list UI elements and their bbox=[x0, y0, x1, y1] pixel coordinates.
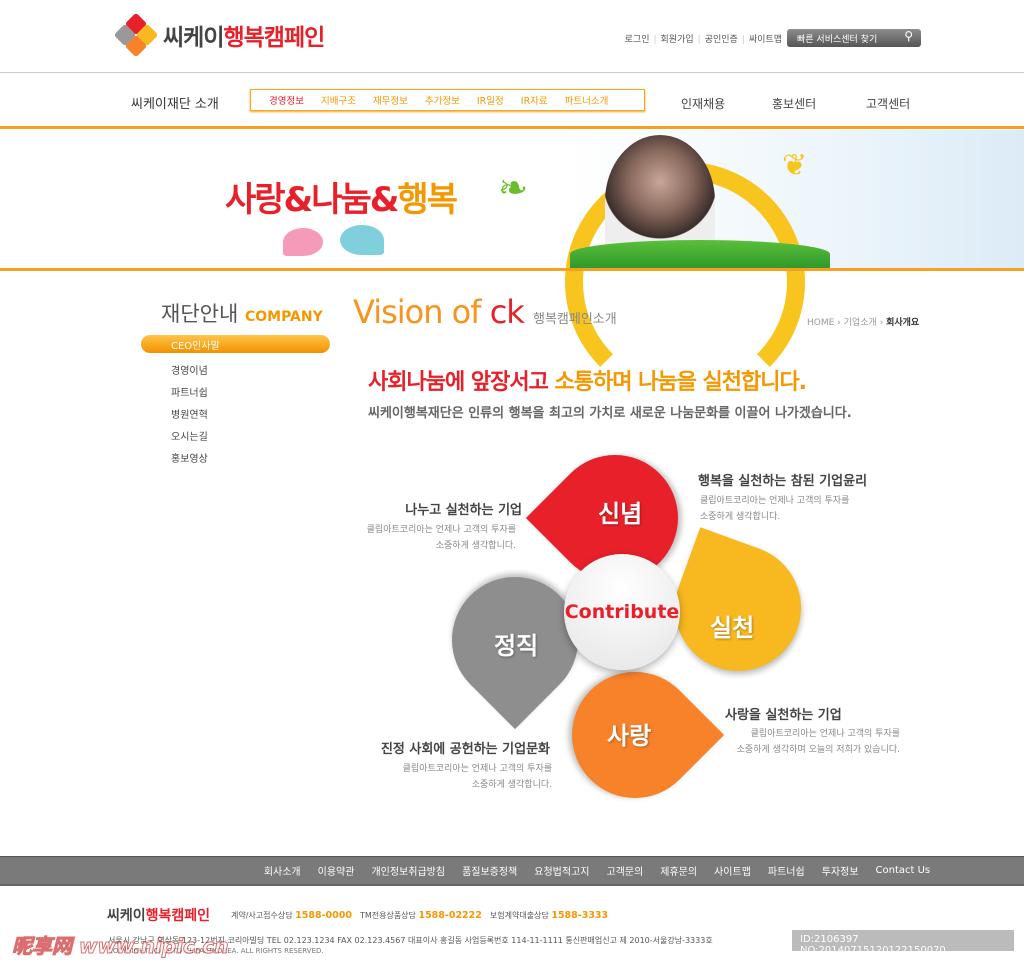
nav-customer-center[interactable]: 고객센터 bbox=[866, 95, 910, 112]
watermark-logo: 昵享网 www.nipic.cn bbox=[12, 934, 230, 959]
footer-link[interactable]: 제휴문의 bbox=[660, 863, 697, 878]
note-title: 사랑을 실천하는 기업 bbox=[725, 708, 842, 723]
footer-link[interactable]: 회사소개 bbox=[264, 863, 301, 878]
nav-pr-center[interactable]: 홍보센터 bbox=[772, 95, 816, 112]
breadcrumb-home[interactable]: HOME bbox=[807, 318, 834, 328]
footer-link[interactable]: 파트너쉽 bbox=[768, 863, 805, 878]
orange-band bbox=[0, 126, 1024, 129]
subnav-item[interactable]: IR자료 bbox=[521, 93, 548, 107]
sitemap-link[interactable]: 싸이트맵 bbox=[742, 32, 782, 45]
footer-link[interactable]: 요청법적고지 bbox=[534, 863, 589, 878]
logo[interactable]: 씨케이행복캠페인 bbox=[113, 12, 325, 58]
footer-link[interactable]: 투자정보 bbox=[822, 863, 859, 878]
login-link[interactable]: 로그인 bbox=[625, 32, 650, 45]
sub-nav: 경영정보 지배구조 재무정보 추가정보 IR일정 IR자료 파트너소개 bbox=[250, 89, 645, 111]
footer-link[interactable]: 품질보증정책 bbox=[462, 863, 517, 878]
bird-pink-icon bbox=[283, 228, 323, 256]
subnav-item[interactable]: 지배구조 bbox=[321, 93, 356, 107]
subnav-item[interactable]: 재무정보 bbox=[373, 93, 408, 107]
breadcrumb-current: 회사개요 bbox=[886, 318, 920, 328]
footer-link[interactable]: 사이트맵 bbox=[714, 863, 751, 878]
certificate-link[interactable]: 공인인증 bbox=[698, 32, 738, 45]
search-icon: ⚲ bbox=[904, 29, 913, 43]
service-search-label: 빠른 서비스센터 찾기 bbox=[797, 35, 878, 45]
footer-logo: 씨케이행복캠페인 bbox=[107, 908, 211, 924]
note-desc: 클립아트코리아는 언제나 고객의 투자를 소중하게 생각합니다. bbox=[402, 764, 552, 790]
footer-nav: 회사소개 이용약관 개인정보취급방침 품질보증정책 요청법적고지 고객문의 제휴… bbox=[0, 856, 1024, 886]
footer-link[interactable]: Contact Us bbox=[876, 865, 931, 876]
sidebar-item[interactable]: 오시는길 bbox=[171, 428, 208, 443]
breadcrumb: HOME › 기업소개 › 회사개요 bbox=[807, 318, 920, 328]
nav-recruit[interactable]: 인재채용 bbox=[681, 95, 725, 112]
banner-slogan: 사랑&나눔&행복 bbox=[225, 180, 458, 220]
footer-link[interactable]: 이용약관 bbox=[318, 863, 355, 878]
logo-mark-icon bbox=[113, 12, 159, 58]
petal-label: 정직 bbox=[494, 632, 539, 660]
petal-label: 실천 bbox=[710, 614, 755, 642]
service-center-search-button[interactable]: 빠른 서비스센터 찾기 ⚲ bbox=[787, 29, 921, 47]
footer-phones: 계약/사고접수상담 1588-0000 TM전용상품상담 1588-02222 … bbox=[231, 910, 609, 921]
logo-text: 씨케이행복캠페인 bbox=[163, 25, 325, 51]
sidebar-item[interactable]: 홍보영상 bbox=[171, 450, 208, 465]
note-desc: 클립아트코리아는 언제나 고객의 투자를 소중하게 생각합니다. bbox=[700, 496, 850, 522]
note-title: 진정 사회에 공헌하는 기업문화 bbox=[380, 742, 550, 757]
orange-band bbox=[0, 268, 1024, 271]
sidebar-item[interactable]: 병원연혁 bbox=[171, 406, 208, 421]
page-title: Vision of ck 행복캠페인소개 bbox=[353, 293, 617, 331]
butterfly-icon: ❦ bbox=[782, 148, 808, 183]
subnav-item[interactable]: 추가정보 bbox=[425, 93, 460, 107]
bird-blue-icon bbox=[340, 225, 384, 255]
subnav-item[interactable]: 파트너소개 bbox=[565, 93, 609, 107]
subline: 씨케이행복재단은 인류의 행복을 최고의 가치로 새로운 나눔문화를 이끌어 나… bbox=[368, 406, 852, 421]
note-desc: 클립아트코리아는 언제나 고객의 투자를 소중하게 생각하며 오늘의 저희가 있습… bbox=[736, 729, 900, 755]
sidebar-item[interactable]: 경영이념 bbox=[171, 362, 208, 377]
subnav-item[interactable]: 경영정보 bbox=[269, 93, 304, 107]
watermark-id: ID:2106397 NO:20140715120122150070 bbox=[792, 930, 1014, 956]
headline: 사회나눔에 앞장서고 소통하며 나눔을 실천합니다. bbox=[368, 370, 807, 395]
top-links: 로그인 회원가입 공인인증 싸이트맵 bbox=[625, 32, 782, 45]
note-title: 나누고 실천하는 기업 bbox=[405, 503, 522, 518]
footer-link[interactable]: 고객문의 bbox=[606, 863, 643, 878]
join-link[interactable]: 회원가입 bbox=[653, 32, 694, 45]
petal-label: 신념 bbox=[598, 500, 643, 528]
banner: ❦ ❧ bbox=[0, 130, 1024, 402]
petal-label: 사랑 bbox=[607, 722, 652, 750]
sidebar-item[interactable]: 파트너쉽 bbox=[171, 384, 208, 399]
sidebar-title: 재단안내 COMPANY bbox=[161, 302, 323, 326]
breadcrumb-item[interactable]: 기업소개 bbox=[844, 318, 877, 328]
nav-title[interactable]: 씨케이재단 소개 bbox=[131, 93, 219, 112]
divider bbox=[0, 72, 1024, 73]
leaf-icon: ❧ bbox=[498, 168, 529, 209]
note-desc: 클립아트코리아는 언제나 고객의 투자를 소중하게 생각합니다. bbox=[366, 525, 516, 551]
subnav-item[interactable]: IR일정 bbox=[477, 93, 504, 107]
grass bbox=[570, 240, 830, 268]
center-circle: Contribute bbox=[564, 554, 680, 670]
footer-link[interactable]: 개인정보취급방침 bbox=[371, 863, 445, 878]
sidebar-item-ceo[interactable]: CEO인사말 bbox=[141, 335, 330, 353]
note-title: 행복을 실천하는 참된 기업윤리 bbox=[698, 474, 868, 489]
